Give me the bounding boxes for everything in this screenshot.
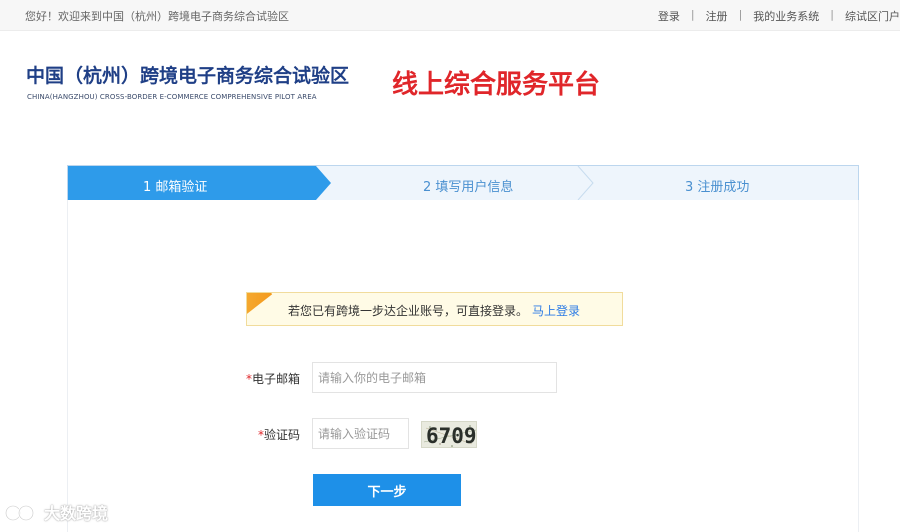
welcome-text: 您好！欢迎来到中国（杭州）跨境电子商务综合试验区 <box>25 10 289 23</box>
captcha-image[interactable]: 6709 <box>421 421 477 448</box>
verification-code-input[interactable] <box>312 418 409 449</box>
separator: | <box>738 8 743 21</box>
login-link[interactable]: 登录 <box>658 8 680 24</box>
separator: | <box>690 8 695 21</box>
step-divider <box>577 166 594 200</box>
email-input[interactable] <box>312 362 557 393</box>
code-label-text: 验证码 <box>264 428 301 442</box>
watermark-logo-icon <box>4 504 35 522</box>
login-now-link[interactable]: 马上登录 <box>532 304 580 318</box>
notice-text: 若您已有跨境一步达企业账号，可直接登录。 马上登录 <box>288 302 580 319</box>
email-label: *电子邮箱 <box>246 370 300 387</box>
logo-title[interactable]: 中国（杭州）跨境电子商务综合试验区 <box>26 61 349 88</box>
next-step-button[interactable]: 下一步 <box>313 474 461 506</box>
separator: | <box>830 8 834 21</box>
pilot-area-portal-link[interactable]: 综试区门户 <box>845 8 900 24</box>
registration-steps: 1 邮箱验证 2 填写用户信息 3 注册成功 <box>67 165 859 201</box>
logo-subtitle: CHINA(HANGZHOU) CROSS-BORDER E-COMMERCE … <box>27 93 317 101</box>
captcha-text: 6709 <box>426 424 477 448</box>
top-links: 登录 | 注册 | 我的业务系统 | 综试区门户 <box>658 8 900 24</box>
email-label-text: 电子邮箱 <box>252 372 301 386</box>
notice-ribbon-icon <box>247 293 273 316</box>
watermark-text: 大数跨境 <box>44 504 109 523</box>
step-2-label: 2 填写用户信息 <box>423 180 514 195</box>
platform-title: 线上综合服务平台 <box>392 70 601 100</box>
register-link[interactable]: 注册 <box>706 8 728 24</box>
login-notice: 若您已有跨境一步达企业账号，可直接登录。 马上登录 <box>246 292 623 326</box>
step-3-label: 3 注册成功 <box>685 180 750 195</box>
code-label: *验证码 <box>258 426 300 443</box>
step-1-label: 1 邮箱验证 <box>143 180 208 195</box>
top-bar: 您好！欢迎来到中国（杭州）跨境电子商务综合试验区 登录 | 注册 | 我的业务系… <box>0 0 900 31</box>
notice-message: 若您已有跨境一步达企业账号，可直接登录。 <box>288 304 529 318</box>
watermark: 大数跨境 <box>4 500 108 524</box>
my-business-system-link[interactable]: 我的业务系统 <box>753 8 819 24</box>
